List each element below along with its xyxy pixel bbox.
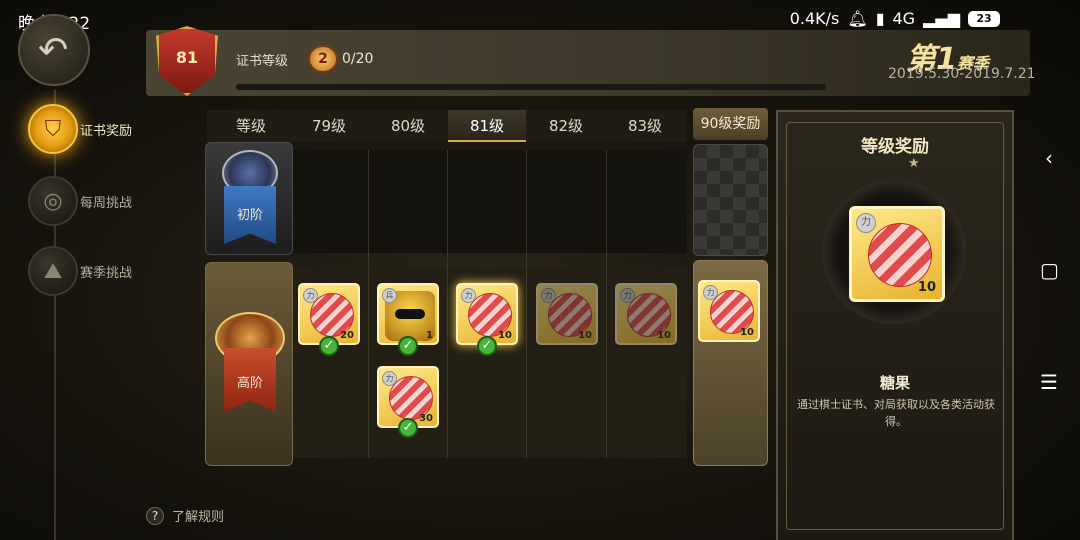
reward-qty: 30 [419, 413, 433, 424]
coin-icon: 力 [303, 288, 318, 303]
item-name: 糖果 [879, 374, 910, 392]
level-badge-icon: 2 [308, 45, 338, 73]
cert-level-label: 证书等级 [236, 54, 289, 69]
star-icon: ★ [908, 156, 920, 171]
tab-level-83[interactable]: 83级 [606, 110, 684, 142]
tab-level-79[interactable]: 79级 [290, 110, 368, 142]
reward-qty: 10 [740, 327, 754, 338]
tab-level-81[interactable]: 81级 [448, 110, 526, 142]
tab-level-80[interactable]: 80级 [369, 110, 447, 142]
reward-qty: 20 [340, 330, 354, 341]
item-description: 通过棋士证书、对局获取以及各类活动获得。 [797, 398, 995, 428]
nav-label: 证书奖励 [80, 123, 133, 139]
system-home-icon[interactable]: ▢ [1040, 258, 1059, 282]
coin-icon: 力 [541, 288, 556, 303]
tab-level-82[interactable]: 82级 [527, 110, 605, 142]
question-icon: ? [146, 506, 164, 525]
net-speed: 0.4K/s [789, 9, 840, 28]
system-back-icon[interactable]: ‹ [1040, 146, 1058, 170]
back-arrow-icon: ↶ [38, 30, 69, 71]
target-icon: ◎ [28, 176, 78, 226]
reward-qty: 1 [426, 330, 433, 341]
level-90-basic-slot [693, 144, 768, 256]
column-divider [606, 150, 607, 458]
mountain-flag-icon: ⛰ [28, 246, 78, 296]
claimed-check-icon: ✓ [319, 336, 339, 356]
claimed-check-icon: ✓ [398, 418, 418, 438]
system-menu-icon[interactable]: ☰ [1040, 370, 1058, 394]
progress-bar [236, 84, 826, 90]
coin-icon: 力 [461, 288, 476, 303]
back-button[interactable]: ↶ [18, 14, 90, 86]
nav-divider [54, 90, 56, 540]
tab-level-header: 等级 [235, 117, 266, 135]
column-divider [526, 150, 527, 458]
reward-card-90-candy[interactable]: 力 10 [698, 280, 760, 342]
cert-level: 81 [175, 48, 199, 67]
candy-icon [868, 223, 932, 287]
nav-label: 每周挑战 [80, 195, 133, 211]
tier-advanced-label: 高阶 [236, 376, 263, 391]
reward-card-83-candy[interactable]: 力 10 [615, 283, 677, 345]
nav-item-cert-reward[interactable]: ⛉ 证书奖励 [28, 104, 132, 154]
battery-icon: 23 [968, 10, 1000, 27]
column-divider [368, 150, 369, 458]
nav-item-season-challenge[interactable]: ⛰ 赛季挑战 [28, 246, 132, 296]
progress-text: 0/20 [342, 51, 374, 67]
coin-icon: 力 [620, 288, 635, 303]
network-type: 4G [892, 9, 916, 28]
nav-label: 赛季挑战 [80, 265, 133, 281]
reward-qty: 10 [498, 330, 512, 341]
panel-title: 等级奖励 [861, 137, 929, 157]
detail-qty: 10 [917, 280, 936, 295]
basic-reward-row [292, 150, 687, 253]
season-dates: 2019.5.30-2019.7.21 [888, 66, 1036, 82]
hero-face [395, 309, 425, 319]
tab-level-90-reward[interactable]: 90级奖励 [693, 108, 768, 140]
rules-link[interactable]: ? 了解规则 [146, 506, 224, 525]
coin-icon: 力 [856, 213, 876, 233]
reward-qty: 10 [657, 330, 671, 341]
hero-badge-icon: 兵 [382, 288, 397, 303]
shield-badge-icon: ⛉ [28, 104, 78, 154]
column-divider [447, 150, 448, 458]
wifi-signal-icon: ▂▄▆ [923, 9, 960, 28]
detail-item-card: 力 10 [849, 206, 945, 302]
tier-basic-label: 初阶 [236, 208, 263, 223]
nav-item-weekly-challenge[interactable]: ◎ 每周挑战 [28, 176, 132, 226]
reward-card-82-candy[interactable]: 力 10 [536, 283, 598, 345]
rules-label: 了解规则 [172, 510, 225, 525]
bell-icon: 🔔︎ [847, 9, 868, 28]
coin-icon: 力 [703, 285, 718, 300]
signal-icon: ▮ [875, 9, 885, 28]
claimed-check-icon: ✓ [398, 336, 418, 356]
reward-qty: 10 [578, 330, 592, 341]
coin-icon: 力 [382, 371, 397, 386]
claimed-check-icon: ✓ [477, 336, 497, 356]
